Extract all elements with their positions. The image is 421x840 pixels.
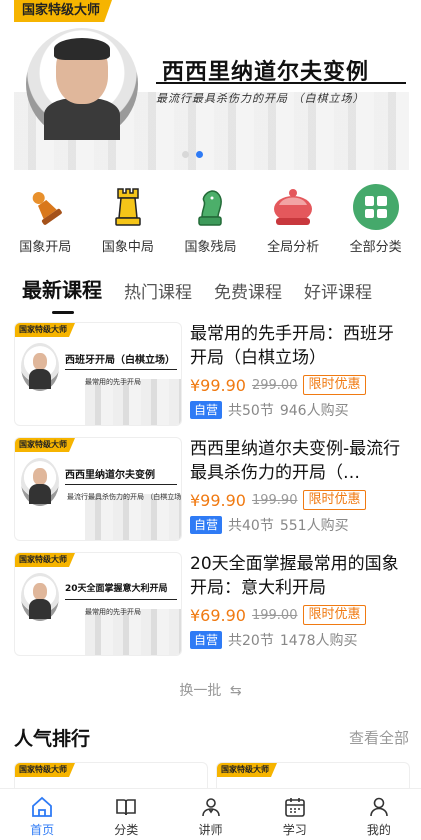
thumb-title: 西西里纳道尔夫变例 <box>65 470 155 481</box>
swap-icon: ⇆ <box>229 683 242 699</box>
course-price: ¥99.90 <box>190 490 246 510</box>
course-card[interactable]: 国家特级大师 西班牙开局（白棋立场） 最常用的先手开局 最常用的先手开局：西班牙… <box>14 322 409 426</box>
instructor-avatar <box>21 458 59 506</box>
nav-label: 讲师 <box>198 823 223 837</box>
thumb-subtitle: 最常用的先手开局 <box>85 378 141 386</box>
pawn-icon <box>22 184 68 230</box>
promo-badge: 限时优惠 <box>303 490 366 510</box>
buyer-count: 946人购买 <box>279 403 349 419</box>
course-price: ¥99.90 <box>190 375 246 395</box>
buyer-count: 551人购买 <box>279 518 349 534</box>
category-row: 国象开局 国象中局 国象残局 全局分析 全部分类 <box>0 184 421 255</box>
course-card[interactable]: 国家特级大师 西西里纳道尔夫变例 最流行最具杀伤力的开局 （白棋立场） 西西里纳… <box>14 437 409 541</box>
nav-teacher[interactable]: 讲师 <box>168 789 252 840</box>
carousel-dot-active[interactable] <box>196 151 203 158</box>
carousel-dot[interactable] <box>182 151 189 158</box>
course-card[interactable]: 国家特级大师 20天全面掌握意大利开局 最常用的先手开局 20天全面掌握最常用的… <box>14 552 409 656</box>
tab-hot[interactable]: 热门课程 <box>124 278 192 303</box>
self-operated-badge: 自营 <box>190 631 223 649</box>
category-label: 国象开局 <box>19 240 72 255</box>
home-icon <box>0 794 84 820</box>
thumb-badge: 国家特级大师 <box>15 763 75 777</box>
category-label: 全局分析 <box>267 240 320 255</box>
user-icon <box>337 794 421 820</box>
course-thumbnail: 国家特级大师 西西里纳道尔夫变例 最流行最具杀伤力的开局 （白棋立场） <box>14 437 182 541</box>
promo-badge: 限时优惠 <box>303 375 366 395</box>
category-middlegame[interactable]: 国象中局 <box>88 184 168 255</box>
lesson-count: 共50节 <box>228 403 274 419</box>
thumb-subtitle: 最流行最具杀伤力的开局 （白棋立场） <box>67 493 182 501</box>
grandmaster-badge: 国家特级大师 <box>14 0 113 22</box>
course-price: ¥69.90 <box>190 605 246 625</box>
promo-badge: 限时优惠 <box>303 605 366 625</box>
category-label: 国象中局 <box>101 240 154 255</box>
lesson-count: 共40节 <box>228 518 274 534</box>
instructor-avatar <box>21 343 59 391</box>
buyer-count: 1478人购买 <box>279 633 358 649</box>
knight-icon <box>187 184 233 230</box>
nav-study[interactable]: 学习 <box>253 789 337 840</box>
original-price: 199.00 <box>251 607 298 623</box>
self-operated-badge: 自营 <box>190 516 223 534</box>
nav-label: 首页 <box>30 823 55 837</box>
grid-icon <box>352 184 399 230</box>
teacher-icon <box>168 794 252 820</box>
course-title: 最常用的先手开局：西班牙开局（白棋立场） <box>190 324 394 368</box>
course-title: 西西里纳道尔夫变例-最流行最具杀伤力的开局（… <box>190 439 401 483</box>
lesson-count: 共20节 <box>228 633 274 649</box>
nav-label: 学习 <box>282 823 307 837</box>
nav-label: 我的 <box>366 823 391 837</box>
nav-category[interactable]: 分类 <box>84 789 168 840</box>
instructor-avatar <box>21 573 59 621</box>
category-all[interactable]: 全部分类 <box>336 184 416 255</box>
crown-icon <box>270 184 316 230</box>
self-operated-badge: 自营 <box>190 401 223 419</box>
original-price: 299.00 <box>251 377 298 393</box>
tab-latest[interactable]: 最新课程 <box>22 274 102 303</box>
nav-home[interactable]: 首页 <box>0 789 84 840</box>
category-label: 全部分类 <box>349 240 402 255</box>
bottom-nav: 首页 分类 讲师 学习 我的 <box>0 788 421 840</box>
course-tabs: 最新课程 热门课程 免费课程 好评课程 <box>22 274 372 303</box>
course-thumbnail: 国家特级大师 20天全面掌握意大利开局 最常用的先手开局 <box>14 552 182 656</box>
banner-carousel[interactable]: 国家特级大师 西西里纳道尔夫变例 最流行最具杀伤力的开局 （白棋立场） <box>14 0 409 170</box>
tab-top-rated[interactable]: 好评课程 <box>304 278 372 303</box>
instructor-avatar <box>26 28 138 140</box>
book-icon <box>84 794 168 820</box>
thumb-subtitle: 最常用的先手开局 <box>85 608 141 616</box>
banner-divider <box>156 82 406 84</box>
course-title: 20天全面掌握最常用的国象开局：意大利开局 <box>190 554 399 598</box>
thumb-badge: 国家特级大师 <box>15 438 75 452</box>
section-title-popular: 人气排行 <box>14 728 91 750</box>
refresh-button[interactable]: 换一批 ⇆ <box>0 680 421 700</box>
thumb-badge: 国家特级大师 <box>15 553 75 567</box>
nav-profile[interactable]: 我的 <box>337 789 421 840</box>
category-label: 国象残局 <box>184 240 237 255</box>
category-analysis[interactable]: 全局分析 <box>253 184 333 255</box>
active-tab-indicator <box>52 311 74 314</box>
category-opening[interactable]: 国象开局 <box>5 184 85 255</box>
calendar-icon <box>253 794 337 820</box>
thumb-badge: 国家特级大师 <box>217 763 277 777</box>
thumb-badge: 国家特级大师 <box>15 323 75 337</box>
view-all-link[interactable]: 查看全部 <box>349 727 409 748</box>
thumb-title: 20天全面掌握意大利开局 <box>65 584 168 594</box>
banner-subtitle: 最流行最具杀伤力的开局 （白棋立场） <box>156 92 365 105</box>
nav-label: 分类 <box>114 823 139 837</box>
thumb-title: 西班牙开局（白棋立场） <box>65 355 175 366</box>
category-endgame[interactable]: 国象残局 <box>170 184 250 255</box>
refresh-label: 换一批 <box>179 683 222 699</box>
tab-free[interactable]: 免费课程 <box>214 278 282 303</box>
rook-icon <box>105 184 151 230</box>
original-price: 199.90 <box>251 492 298 508</box>
course-thumbnail: 国家特级大师 西班牙开局（白棋立场） 最常用的先手开局 <box>14 322 182 426</box>
